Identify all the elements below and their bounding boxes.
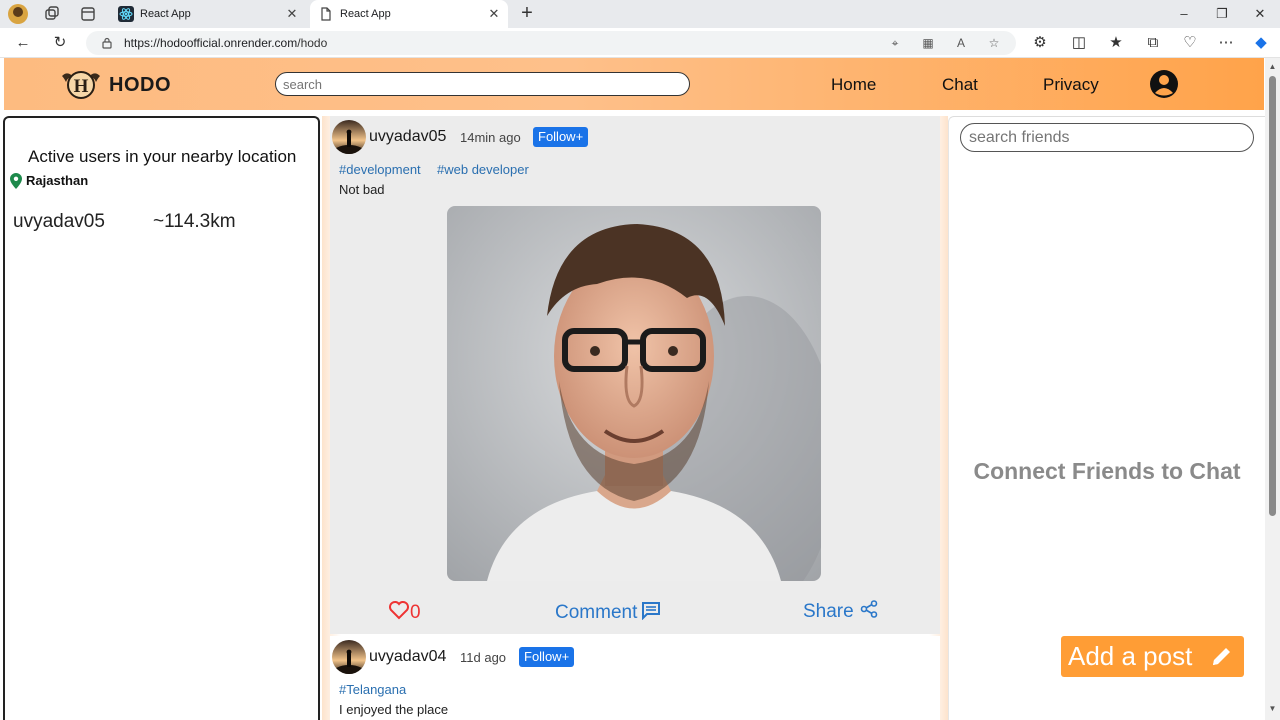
hodo-logo[interactable]: H (60, 66, 102, 102)
location-icon[interactable]: ⌖ (886, 34, 904, 52)
back-icon[interactable]: ← (13, 33, 33, 53)
close-tab-icon[interactable]: ✕ (284, 6, 300, 22)
brand-name: HODO (109, 74, 171, 96)
comment-button[interactable]: Comment (555, 600, 661, 626)
extensions-icon[interactable]: ⚙ (1030, 33, 1050, 53)
post-image[interactable] (447, 206, 821, 581)
url-text: https://hodoofficial.onrender.com/hodo (124, 36, 327, 50)
page-scrollbar[interactable]: ▲ ▼ (1265, 58, 1280, 720)
post-username[interactable]: uvyadav04 (369, 648, 446, 666)
search-friends-input[interactable] (960, 123, 1254, 152)
post-tag[interactable]: #development (339, 162, 421, 177)
share-icon (860, 600, 878, 624)
post-timestamp: 11d ago (460, 650, 507, 665)
like-button[interactable]: 0 (388, 600, 421, 626)
add-post-label: Add a post (1068, 641, 1193, 671)
lock-icon[interactable] (100, 36, 114, 50)
post-text: I enjoyed the place (339, 702, 449, 717)
nearby-users-title: Active users in your nearby location (28, 147, 297, 166)
page-favicon-icon (318, 6, 334, 22)
more-menu-icon[interactable]: ⋯ (1216, 33, 1236, 53)
nearby-user-name[interactable]: uvyadav05 (13, 211, 105, 233)
account-icon[interactable] (1149, 69, 1179, 99)
follow-button[interactable]: Follow+ (533, 127, 589, 147)
nearby-users-panel: Active users in your nearby location Raj… (3, 116, 320, 720)
browser-tab-bar: React App ✕ React App ✕ + – ❐ ✕ (0, 0, 1280, 28)
post-timestamp: 14min ago (460, 130, 521, 145)
tab-react-app-1[interactable]: React App ✕ (110, 0, 306, 28)
profile-avatar-icon[interactable] (8, 4, 28, 24)
react-favicon-icon (118, 6, 134, 22)
url-host: https://hodoofficial.onrender.com (124, 36, 298, 50)
post-tag[interactable]: #web developer (437, 162, 529, 177)
follow-button[interactable]: Follow+ (519, 647, 575, 667)
nav-home[interactable]: Home (831, 75, 876, 95)
location-pin-icon (10, 173, 22, 189)
favorite-star-icon[interactable]: ☆ (985, 34, 1003, 52)
close-window-icon[interactable]: ✕ (1250, 4, 1270, 24)
scrollbar-thumb[interactable] (1269, 76, 1276, 516)
refresh-icon[interactable]: ↻ (50, 33, 70, 53)
app-header: H HODO Home Chat Privacy (4, 58, 1264, 110)
empty-chat-message: Connect Friends to Chat (973, 458, 1241, 484)
nearby-user-distance: ~114.3km (153, 211, 236, 232)
heart-icon (388, 600, 410, 626)
address-bar: ← ↻ https://hodoofficial.onrender.com/ho… (0, 28, 1280, 58)
pencil-icon (1209, 644, 1234, 669)
scroll-down-icon[interactable]: ▼ (1268, 704, 1277, 713)
comment-icon (641, 600, 661, 626)
post-text: Not bad (339, 182, 385, 197)
tab-title: React App (140, 8, 191, 20)
nav-chat[interactable]: Chat (942, 75, 978, 95)
user-avatar[interactable] (332, 640, 366, 674)
url-field[interactable]: https://hodoofficial.onrender.com/hodo ⌖… (86, 31, 1016, 55)
like-count: 0 (410, 602, 421, 623)
workspaces-icon[interactable] (42, 4, 62, 24)
split-screen-icon[interactable]: ◫ (1069, 33, 1089, 53)
apps-icon[interactable]: ▦ (919, 34, 937, 52)
page-viewport: H HODO Home Chat Privacy Active users in… (0, 58, 1280, 720)
post-card: uvyadav05 14min ago Follow+ #development… (330, 116, 940, 634)
favorites-icon[interactable]: ★ (1106, 33, 1126, 53)
tab-title: React App (340, 8, 391, 20)
add-post-button[interactable]: Add a post (1061, 636, 1244, 677)
maximize-icon[interactable]: ❐ (1212, 4, 1232, 24)
nav-privacy[interactable]: Privacy (1043, 75, 1099, 95)
collections-icon[interactable]: ⧉ (1143, 33, 1163, 53)
comment-label: Comment (555, 602, 638, 623)
chat-friends-panel: Connect Friends to Chat (948, 116, 1265, 720)
share-label: Share (803, 601, 854, 622)
vertical-tabs-icon[interactable] (78, 4, 98, 24)
scroll-up-icon[interactable]: ▲ (1268, 62, 1277, 71)
url-path: /hodo (297, 36, 328, 50)
post-username[interactable]: uvyadav05 (369, 128, 446, 146)
user-avatar[interactable] (332, 120, 366, 154)
current-location: Rajasthan (26, 173, 89, 188)
minimize-icon[interactable]: – (1174, 4, 1194, 24)
browser-essentials-icon[interactable]: ♡ (1180, 33, 1200, 53)
read-aloud-icon[interactable]: A (952, 34, 970, 52)
share-button[interactable]: Share (803, 600, 878, 624)
tab-react-app-2[interactable]: React App ✕ (310, 0, 508, 28)
search-input[interactable] (275, 72, 690, 96)
copilot-icon[interactable]: ◆ (1251, 33, 1271, 53)
svg-text:H: H (74, 76, 89, 97)
post-card: uvyadav04 11d ago Follow+ #Telangana I e… (330, 636, 940, 720)
close-tab-icon[interactable]: ✕ (486, 6, 502, 22)
post-tag[interactable]: #Telangana (339, 682, 406, 697)
new-tab-icon[interactable]: + (516, 3, 538, 25)
